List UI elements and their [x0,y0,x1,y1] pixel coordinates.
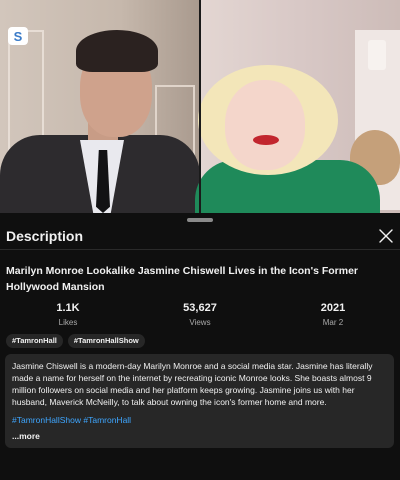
hashtag-chips: #TamronHall #TamronHallShow [6,334,145,350]
likes-count: 1.1K [56,302,80,314]
likes-label: Likes [58,318,78,327]
description-text: Jasmine Chiswell is a modern-day Marilyn… [12,361,373,407]
background-lamp [368,40,386,70]
hashtag-link[interactable]: #TamronHall [83,415,131,425]
date-stat: 2021 Mar 2 [283,302,383,327]
woman-lips [253,135,279,145]
split-screen-divider [199,0,201,213]
description-hashtags: #TamronHallShow #TamronHall [12,414,388,426]
man-hair [76,30,158,72]
woman-face [225,80,305,170]
upload-date: Mar 2 [322,318,344,327]
hashtag-chip[interactable]: #TamronHallShow [67,334,145,348]
video-title: Marilyn Monroe Lookalike Jasmine Chiswel… [6,265,359,293]
likes-stat: 1.1K Likes [18,302,118,327]
description-sheet-header: Description [0,222,400,250]
hashtag-chip[interactable]: #TamronHall [6,334,63,348]
close-icon [379,229,393,243]
channel-logo-icon: S [8,27,28,45]
views-stat: 53,627 Views [150,302,250,327]
sheet-title: Description [6,228,84,244]
views-label: Views [189,318,211,327]
close-button[interactable] [376,226,396,246]
video-player[interactable]: S [0,0,400,213]
show-more-button[interactable]: ...more [12,431,40,441]
video-stats: 1.1K Likes 53,627 Views 2021 Mar 2 [0,302,400,332]
description-box[interactable]: Jasmine Chiswell is a modern-day Marilyn… [5,354,394,448]
hashtag-link[interactable]: #TamronHallShow [12,415,81,425]
views-count: 53,627 [183,302,217,314]
upload-year: 2021 [320,302,346,314]
